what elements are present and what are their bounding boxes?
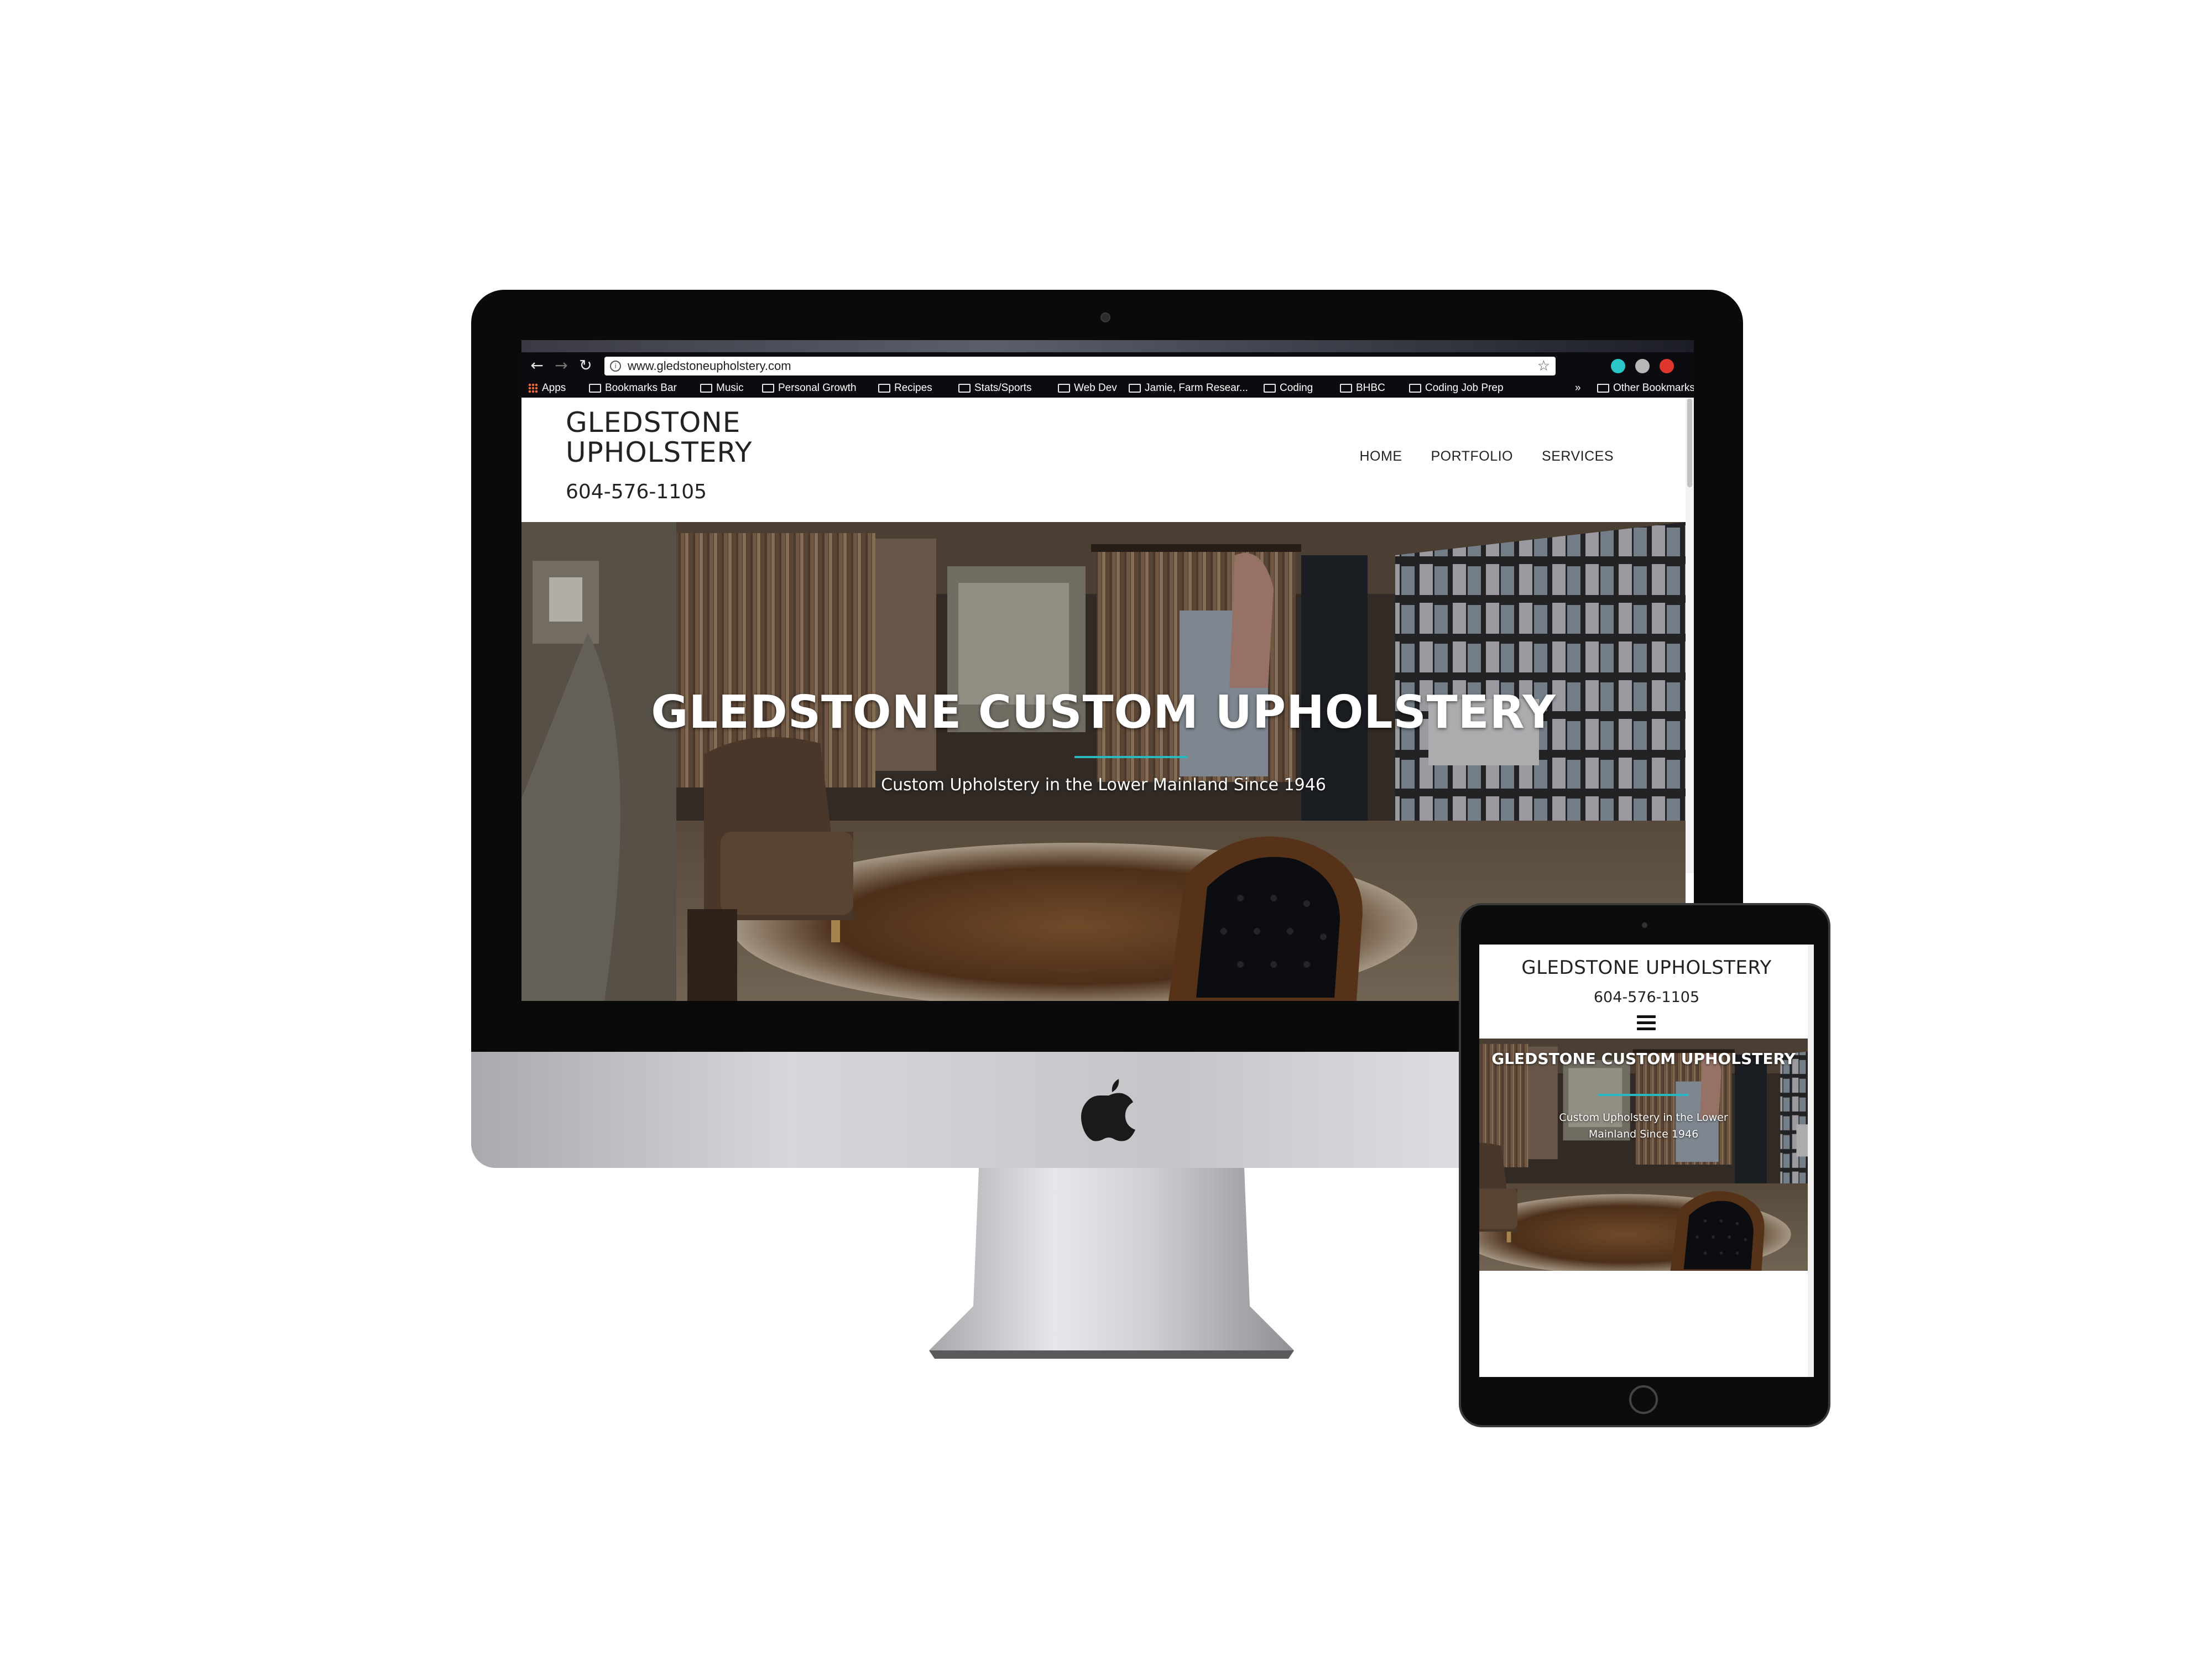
extension-icon[interactable] <box>1635 359 1650 373</box>
browser-tab-strip[interactable] <box>521 340 1694 352</box>
tablet-site-phone[interactable]: 604-576-1105 <box>1479 989 1814 1006</box>
bookmark-folder[interactable]: Music <box>700 382 744 394</box>
bookmark-label: Music <box>716 382 744 394</box>
folder-icon <box>1264 384 1276 393</box>
back-arrow-icon[interactable]: ← <box>528 357 546 374</box>
bookmark-folder[interactable]: Web Dev <box>1058 382 1117 394</box>
folder-icon <box>700 384 712 393</box>
bookmark-label: Other Bookmarks <box>1613 382 1694 394</box>
folder-icon <box>1340 384 1352 393</box>
bookmark-label: Coding <box>1280 382 1313 394</box>
site-phone[interactable]: 604-576-1105 <box>566 481 707 503</box>
imac-stand <box>929 1168 1294 1359</box>
tablet-site-logo[interactable]: GLEDSTONE UPHOLSTERY <box>1479 957 1814 979</box>
imac-camera <box>1100 312 1110 322</box>
nav-services[interactable]: SERVICES <box>1542 448 1614 465</box>
ipad-home-button[interactable] <box>1629 1385 1658 1414</box>
tablet-hero-divider <box>1598 1094 1689 1096</box>
hero-subtitle: Custom Upholstery in the Lower Mainland … <box>881 775 1326 795</box>
bookmark-label: Web Dev <box>1074 382 1117 394</box>
chevron-double-right-icon: » <box>1575 382 1581 394</box>
other-bookmarks[interactable]: Other Bookmarks <box>1597 382 1694 394</box>
hero-title: GLEDSTONE CUSTOM UPHOLSTERY <box>651 686 1556 739</box>
bookmark-folder[interactable]: Stats/Sports <box>958 382 1032 394</box>
bookmark-folder[interactable]: Coding Job Prep <box>1409 382 1504 394</box>
ipad-camera <box>1642 922 1647 928</box>
folder-icon <box>878 384 890 393</box>
hero-divider <box>1074 756 1188 758</box>
bookmark-label: Personal Growth <box>778 382 857 394</box>
folder-icon <box>1058 384 1070 393</box>
ipad-screen: GLEDSTONE UPHOLSTERY 604-576-1105 GLEDST… <box>1479 945 1814 1377</box>
address-bar[interactable]: i www.gledstoneupholstery.com ☆ <box>604 357 1556 375</box>
bookmark-apps[interactable]: Apps <box>528 382 566 394</box>
nav-portfolio[interactable]: PORTFOLIO <box>1431 448 1514 465</box>
info-icon[interactable]: i <box>610 361 621 372</box>
bookmark-folder[interactable]: Bookmarks Bar <box>589 382 677 394</box>
page-scrollbar[interactable] <box>1686 398 1694 873</box>
bookmark-label: Bookmarks Bar <box>605 382 677 394</box>
bookmark-star-icon[interactable]: ☆ <box>1537 358 1550 374</box>
site-header: GLEDSTONE UPHOLSTERY 604-576-1105 HOME P… <box>521 398 1686 522</box>
nav-home[interactable]: HOME <box>1360 448 1402 465</box>
site-nav: HOME PORTFOLIO SERVICES <box>1360 448 1614 465</box>
folder-icon <box>1409 384 1421 393</box>
bookmark-folder[interactable]: Recipes <box>878 382 932 394</box>
folder-icon <box>762 384 774 393</box>
bookmark-folder[interactable]: BHBC <box>1340 382 1385 394</box>
bookmark-folder[interactable]: Coding <box>1264 382 1313 394</box>
scrollbar-thumb[interactable] <box>1687 399 1692 487</box>
reload-icon[interactable]: ↻ <box>577 357 594 374</box>
folder-icon <box>1597 384 1609 393</box>
bookmarks-bar: Apps Bookmarks Bar Music Personal Growth… <box>521 379 1694 398</box>
tablet-hero-title: GLEDSTONE CUSTOM UPHOLSTERY <box>1491 1050 1796 1068</box>
tablet-hero-image <box>1479 1039 1808 1271</box>
folder-icon <box>1129 384 1141 393</box>
extension-icon[interactable] <box>1660 359 1674 373</box>
folder-icon <box>589 384 601 393</box>
bookmark-label: Coding Job Prep <box>1425 382 1504 394</box>
site-logo[interactable]: GLEDSTONE UPHOLSTERY <box>566 408 798 467</box>
address-bar-url[interactable]: www.gledstoneupholstery.com <box>628 359 791 373</box>
bookmark-label: Recipes <box>894 382 932 394</box>
tablet-scrollbar[interactable] <box>1808 945 1814 1377</box>
extension-icon[interactable] <box>1611 359 1625 373</box>
bookmark-folder[interactable]: Personal Growth <box>762 382 857 394</box>
bookmark-label: Apps <box>542 382 566 394</box>
bookmark-folder[interactable]: Jamie, Farm Resear... <box>1129 382 1248 394</box>
tablet-hero-banner: GLEDSTONE CUSTOM UPHOLSTERY Custom Uphol… <box>1479 1039 1808 1271</box>
folder-icon <box>958 384 971 393</box>
hamburger-icon[interactable] <box>1637 1015 1656 1031</box>
apps-grid-icon <box>528 383 538 393</box>
imac-screen: ← → ↻ i www.gledstoneupholstery.com ☆ Ap… <box>521 340 1694 1001</box>
forward-arrow-icon[interactable]: → <box>552 357 570 374</box>
bookmark-label: BHBC <box>1356 382 1385 394</box>
apple-logo-icon <box>1081 1079 1135 1141</box>
bookmark-label: Stats/Sports <box>974 382 1032 394</box>
bookmarks-overflow-button[interactable]: » <box>1575 382 1581 394</box>
bookmark-label: Jamie, Farm Resear... <box>1145 382 1248 394</box>
tablet-hero-subtitle: Custom Upholstery in the Lower Mainland … <box>1559 1112 1728 1140</box>
